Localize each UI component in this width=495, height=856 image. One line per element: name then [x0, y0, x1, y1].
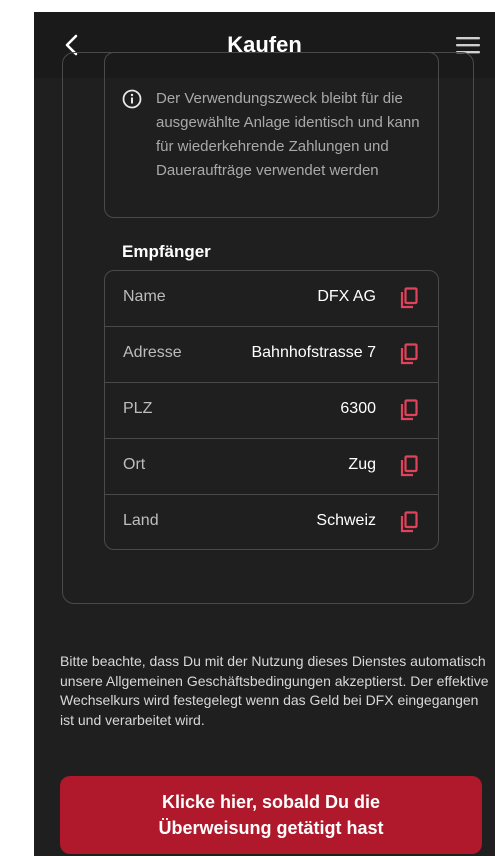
row-value: DFX AG: [317, 288, 376, 305]
row-label: Adresse: [123, 344, 182, 361]
recipient-row-zip: PLZ 6300: [105, 383, 438, 439]
copy-icon[interactable]: [400, 343, 418, 365]
recipient-row-address: Adresse Bahnhofstrasse 7: [105, 327, 438, 383]
row-value: Bahnhofstrasse 7: [251, 344, 376, 361]
row-label: PLZ: [123, 400, 153, 417]
info-icon: [122, 89, 142, 109]
recipient-row-city: Ort Zug: [105, 439, 438, 495]
row-label: Ort: [123, 456, 146, 473]
recipient-row-country: Land Schweiz: [105, 495, 438, 549]
app-screen: Kaufen Der Verwendungszweck bleibt für d…: [34, 12, 495, 856]
row-label: Name: [123, 288, 166, 305]
row-value: Schweiz: [316, 512, 376, 529]
copy-icon[interactable]: [400, 511, 418, 533]
row-value: Zug: [348, 456, 376, 473]
recipient-table: Name DFX AG Adresse Bahnhofstrasse 7 PLZ…: [104, 270, 439, 550]
row-label: Land: [123, 512, 159, 529]
copy-icon[interactable]: [400, 455, 418, 477]
info-text: Der Verwendungszweck bleibt für die ausg…: [156, 90, 420, 179]
copy-icon[interactable]: [400, 287, 418, 309]
confirm-transfer-button[interactable]: Klicke hier, sobald Du die Überweisung g…: [60, 776, 482, 854]
recipient-row-name: Name DFX AG: [105, 271, 438, 327]
copy-icon[interactable]: [400, 399, 418, 421]
row-value: 6300: [340, 400, 376, 417]
recipient-heading: Empfänger: [122, 242, 211, 261]
confirm-transfer-label: Klicke hier, sobald Du die Überweisung g…: [158, 792, 384, 838]
terms-notice: Bitte beachte, dass Du mit der Nutzung d…: [60, 653, 489, 728]
